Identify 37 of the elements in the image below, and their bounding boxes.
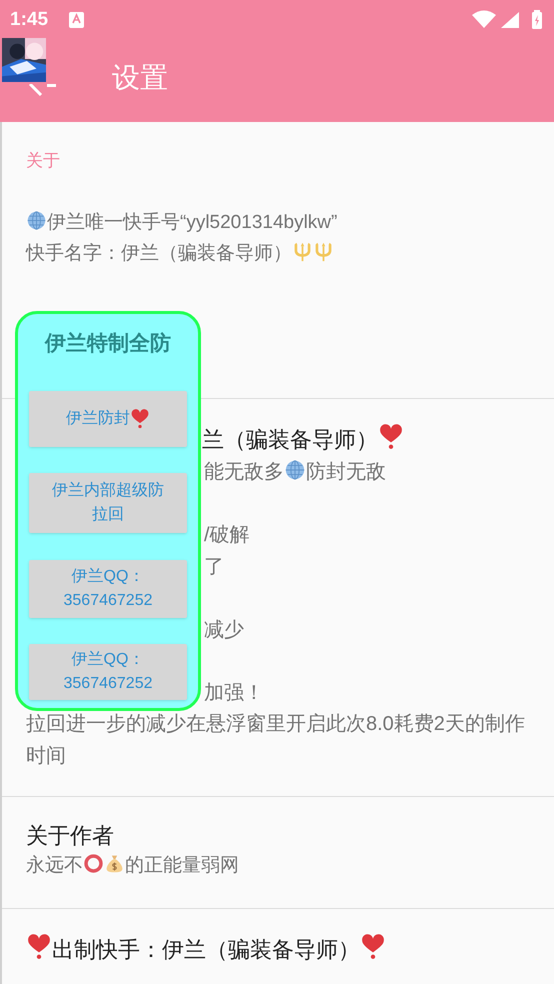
signal-icon [501,12,519,28]
wifi-icon [472,10,496,28]
section-header: 关于 [26,150,61,172]
panel-button[interactable]: 伊兰QQ：3567467252 [29,560,187,618]
item-summary: 加强！ [204,682,264,704]
globe-icon [284,459,306,481]
panel-title: 伊兰特制全防 [45,331,171,357]
trident-icon [292,240,313,262]
item-summary: 的正能量弱网 [125,855,239,876]
item-summary: 了 [204,556,224,578]
heart-icon [26,934,52,960]
globe-icon [26,210,47,230]
battery-icon [532,10,542,29]
status-time: 1:45 [10,8,48,32]
panel-button[interactable]: 伊兰QQ：3567467252 [29,644,187,700]
heart-icon [360,934,386,960]
panel-button[interactable]: 伊兰防封 [29,390,187,446]
item-title: 兰（骗装备导师） [202,427,378,452]
heart-icon [378,424,404,450]
item-summary: 永远不 [26,855,83,876]
item-summary: 拉回进一步的减少在悬浮窗里开启此次8.0耗费2天的制作时间 [25,712,526,768]
toolbar-title: 设置 [112,61,168,95]
item-summary: /破解 [204,524,250,546]
item-title: 关于作者 [26,822,115,850]
about-text: 快手名字：伊兰（骗装备导师） [26,242,292,264]
item-summary: 防封无敌 [306,461,386,483]
item-summary: 能无敌多 [204,461,284,483]
back-icon[interactable] [28,84,56,96]
item-summary: 减少 [204,618,244,640]
item-title: 出制快手：伊兰（骗装备导师） [52,937,360,962]
about-text: 伊兰唯一快手号“yyl5201314bylkw” [47,212,338,232]
panel-button[interactable]: 伊兰内部超级防拉回 [29,472,187,532]
ring-icon [83,853,104,874]
trident-icon [313,240,334,262]
notification-icon [69,12,84,28]
heart-icon [130,408,150,428]
money-bag-icon [104,853,125,874]
